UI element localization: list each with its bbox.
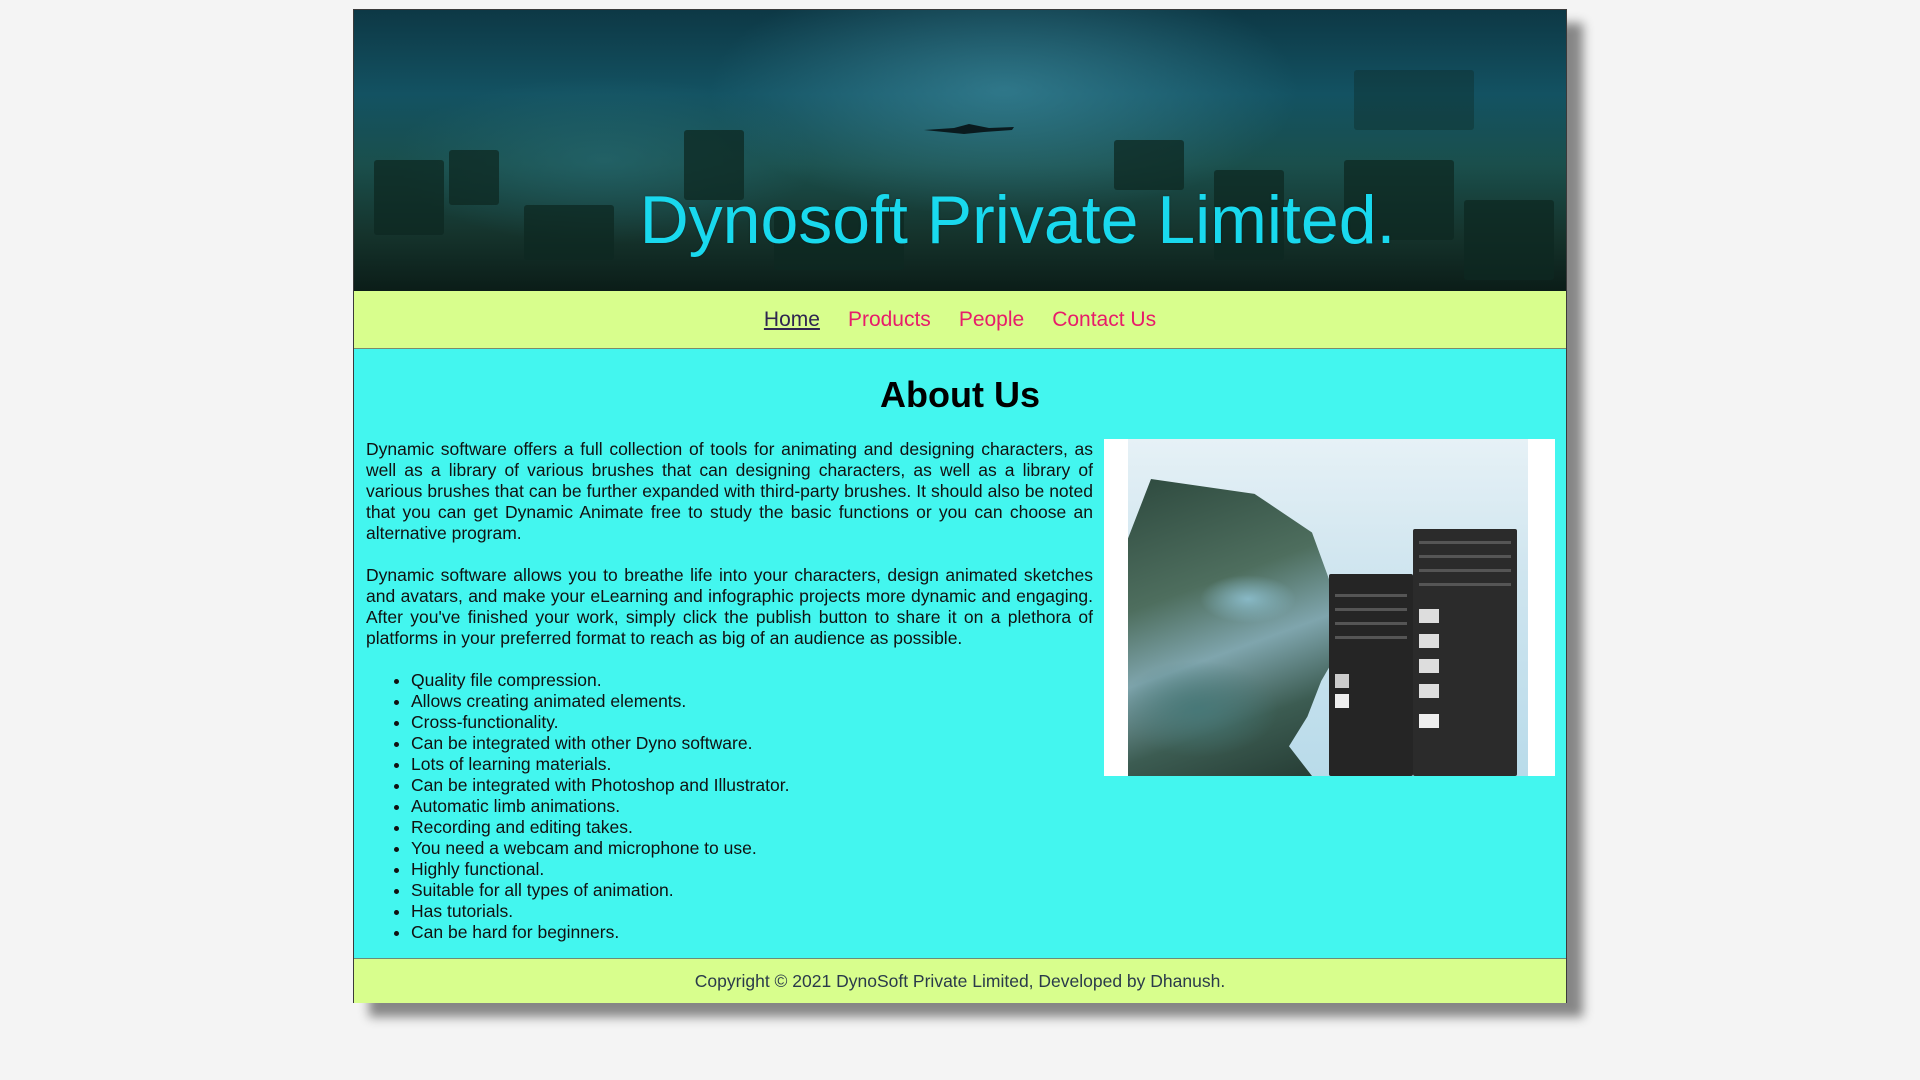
page-heading: About Us xyxy=(880,374,1040,415)
copyright-text: Copyright © 2021 DynoSoft Private Limite… xyxy=(694,970,1226,991)
site-title: Dynosoft Private Limited. xyxy=(639,182,1396,258)
feature-item: Can be integrated with other Dyno softwa… xyxy=(411,733,1093,754)
feature-item: Recording and editing takes. xyxy=(411,817,1093,838)
about-paragraph: Dynamic software offers a full collectio… xyxy=(366,439,1093,543)
about-text: Dynamic software offers a full collectio… xyxy=(366,439,1093,943)
about-section: About Us Dynamic software offers a full … xyxy=(354,349,1566,959)
feature-item: Cross-functionality. xyxy=(411,712,1093,733)
header-banner: Dynosoft Private Limited. xyxy=(354,10,1566,291)
feature-list: Quality file compression. Allows creatin… xyxy=(366,670,1093,943)
site-footer: Copyright © 2021 DynoSoft Private Limite… xyxy=(354,959,1566,1003)
feature-item: Highly functional. xyxy=(411,859,1093,880)
feature-item: Quality file compression. xyxy=(411,670,1093,691)
feature-item: You need a webcam and microphone to use. xyxy=(411,838,1093,859)
nav-home-link[interactable]: Home xyxy=(764,308,820,332)
feature-item: Automatic limb animations. xyxy=(411,796,1093,817)
nav-products-link[interactable]: Products xyxy=(848,308,931,332)
nav-contact-link[interactable]: Contact Us xyxy=(1052,308,1156,332)
feature-item: Can be hard for beginners. xyxy=(411,922,1093,943)
nav-people-link[interactable]: People xyxy=(959,308,1024,332)
feature-item: Suitable for all types of animation. xyxy=(411,880,1093,901)
feature-item: Allows creating animated elements. xyxy=(411,691,1093,712)
software-illustration-image xyxy=(1104,439,1555,776)
feature-item: Lots of learning materials. xyxy=(411,754,1093,775)
feature-item: Can be integrated with Photoshop and Ill… xyxy=(411,775,1093,796)
diver-silhouette-icon xyxy=(924,124,1014,134)
about-paragraph: Dynamic software allows you to breathe l… xyxy=(366,565,1093,648)
main-nav: Home Products People Contact Us xyxy=(354,291,1566,349)
page-container: Dynosoft Private Limited. Home Products … xyxy=(353,9,1567,1003)
feature-item: Has tutorials. xyxy=(411,901,1093,922)
